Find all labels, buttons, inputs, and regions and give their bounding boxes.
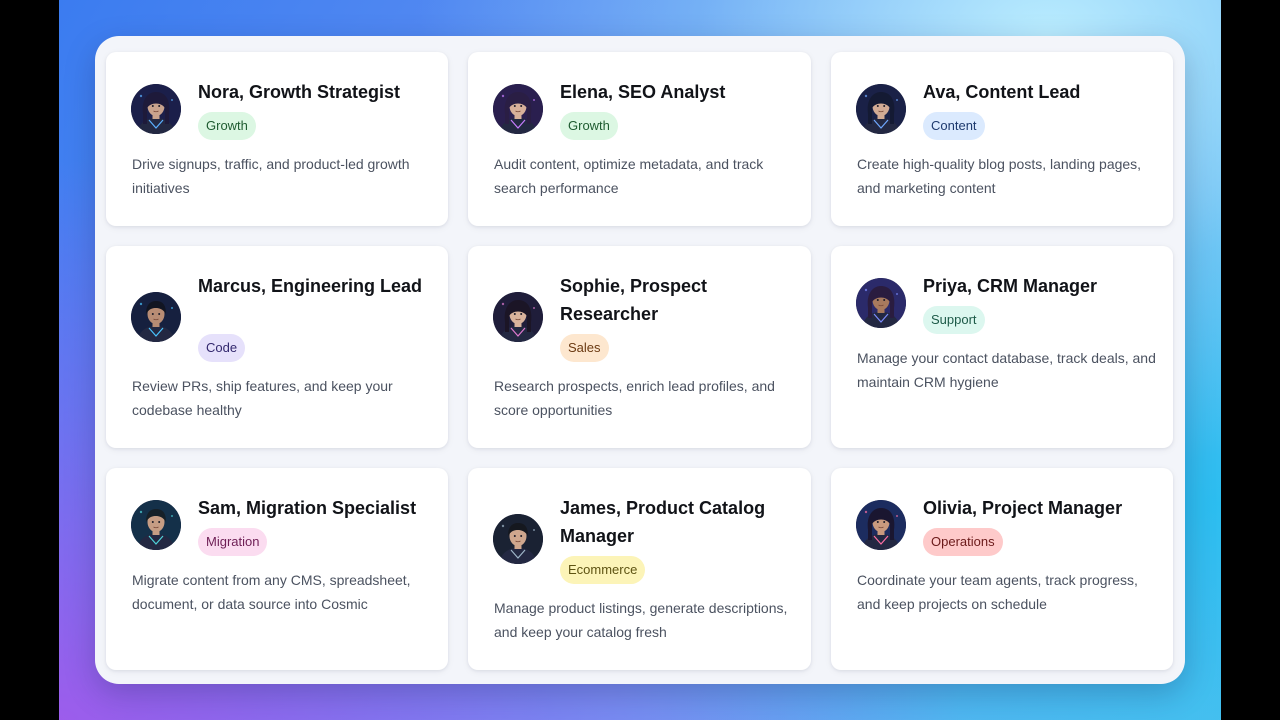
agent-name: Olivia, Project Manager: [923, 498, 1123, 518]
agent-card-ava[interactable]: Ava, Content Lead Content Create high-qu…: [831, 52, 1173, 226]
agent-tag-badge: Migration: [198, 528, 268, 556]
agent-name: Nora, Growth Strategist: [198, 82, 401, 102]
agent-name: Elena, SEO Analyst: [560, 82, 726, 102]
female-agent-avatar-icon: [493, 84, 543, 134]
agent-description: Review PRs, ship features, and keep your…: [132, 378, 393, 418]
agent-tag-badge: Content: [923, 112, 985, 140]
agent-description: Coordinate your team agents, track progr…: [857, 572, 1138, 612]
background-stage: Nora, Growth Strategist Growth Drive sig…: [59, 0, 1221, 720]
agent-card-james[interactable]: James, Product Catalog Manager Ecommerce…: [468, 468, 811, 670]
agent-name: Sophie, Prospect Researcher: [560, 276, 708, 324]
male-agent-avatar-icon: [131, 292, 181, 342]
agent-card-sophie[interactable]: Sophie, Prospect Researcher Sales Resear…: [468, 246, 811, 448]
female-agent-avatar-icon: [856, 84, 906, 134]
agent-card-elena[interactable]: Elena, SEO Analyst Growth Audit content,…: [468, 52, 811, 226]
agent-tag-badge: Sales: [560, 334, 609, 362]
male-agent-avatar-icon: [131, 500, 181, 550]
female-agent-avatar-icon: [856, 500, 906, 550]
agent-tag-badge: Growth: [560, 112, 618, 140]
female-agent-avatar-icon: [131, 84, 181, 134]
agent-tag-badge: Support: [923, 306, 985, 334]
agent-tag-badge: Code: [198, 334, 246, 362]
agent-card-priya[interactable]: Priya, CRM Manager Support Manage your c…: [831, 246, 1173, 448]
agent-description: Create high-quality blog posts, landing …: [857, 156, 1142, 196]
female-agent-avatar-icon: [856, 278, 906, 328]
agent-description: Manage product listings, generate descri…: [494, 600, 788, 640]
agent-name: Ava, Content Lead: [923, 82, 1081, 102]
agent-description: Manage your contact database, track deal…: [857, 350, 1156, 390]
agent-card-sam[interactable]: Sam, Migration Specialist Migration Migr…: [106, 468, 448, 670]
agent-name: James, Product Catalog Manager: [560, 498, 766, 546]
female-agent-avatar-icon: [493, 292, 543, 342]
agent-name: Priya, CRM Manager: [923, 276, 1098, 296]
agent-tag-badge: Ecommerce: [560, 556, 646, 584]
agent-name: Marcus, Engineering Lead: [198, 276, 423, 296]
agent-card-olivia[interactable]: Olivia, Project Manager Operations Coord…: [831, 468, 1173, 670]
agent-description: Migrate content from any CMS, spreadshee…: [132, 572, 411, 612]
agent-tag-badge: Growth: [198, 112, 256, 140]
agent-card-marcus[interactable]: Marcus, Engineering Lead Code Review PRs…: [106, 246, 448, 448]
agent-tag-badge: Operations: [923, 528, 1003, 556]
agent-description: Audit content, optimize metadata, and tr…: [494, 156, 764, 196]
agent-name: Sam, Migration Specialist: [198, 498, 417, 518]
agents-panel: Nora, Growth Strategist Growth Drive sig…: [95, 36, 1185, 684]
agent-card-nora[interactable]: Nora, Growth Strategist Growth Drive sig…: [106, 52, 448, 226]
male-agent-avatar-icon: [493, 514, 543, 564]
agent-description: Research prospects, enrich lead profiles…: [494, 378, 775, 418]
agent-description: Drive signups, traffic, and product-led …: [132, 156, 410, 196]
